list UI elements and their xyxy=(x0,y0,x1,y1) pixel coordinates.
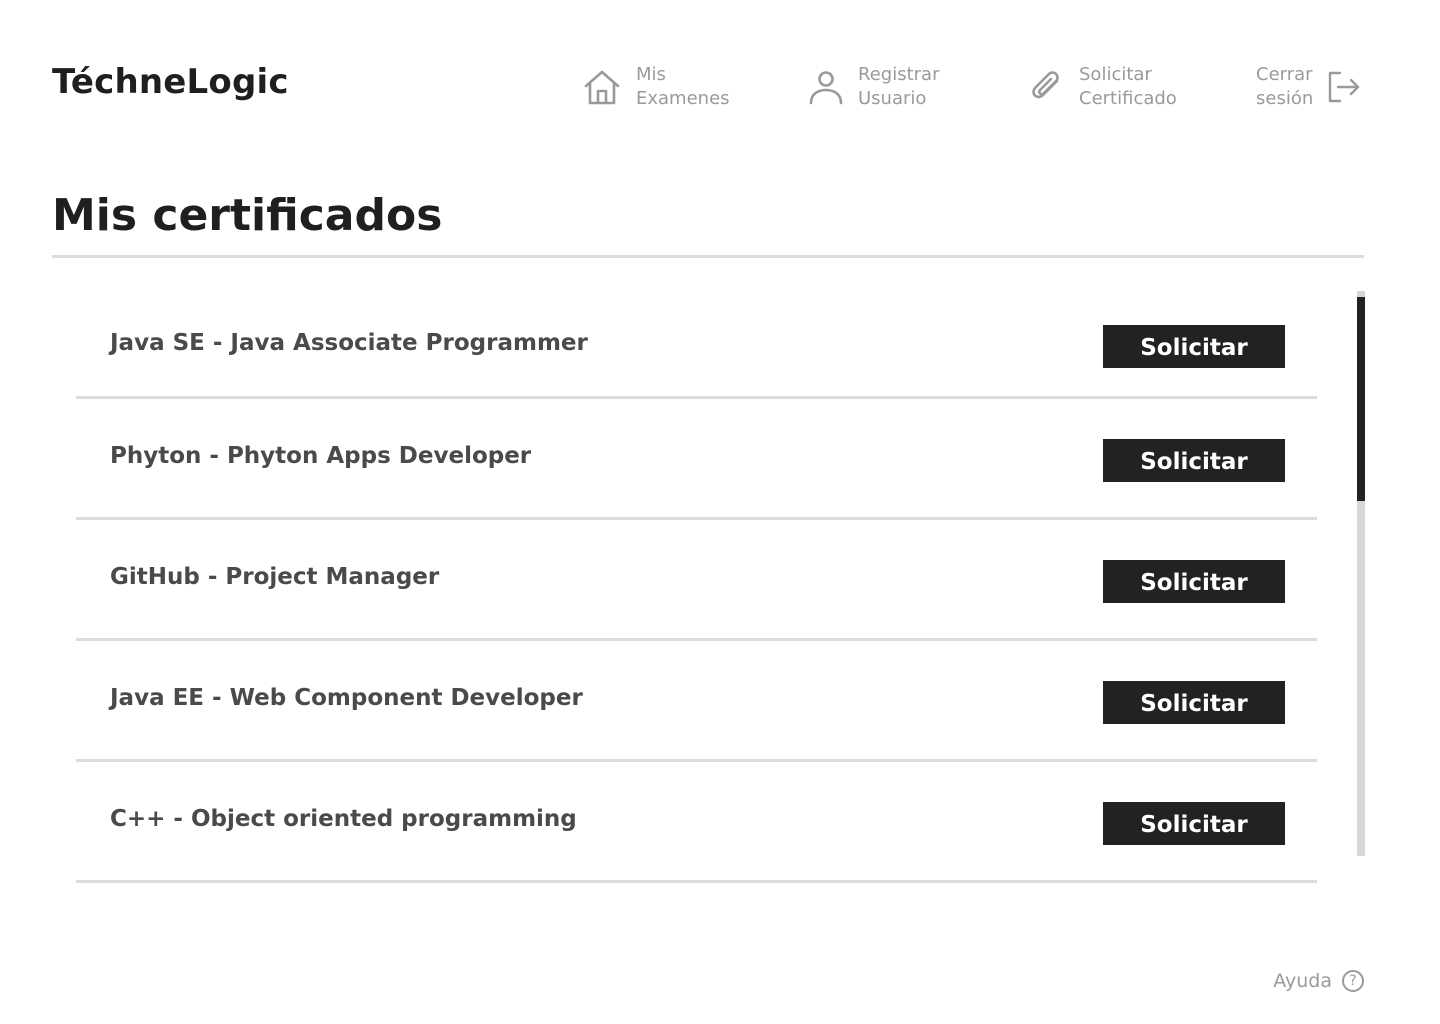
certificate-name: Phyton - Phyton Apps Developer xyxy=(110,443,532,469)
solicitar-button[interactable]: Solicitar xyxy=(1103,560,1285,603)
solicitar-button[interactable]: Solicitar xyxy=(1103,802,1285,845)
list-item: Java EE - Web Component Developer Solici… xyxy=(76,641,1317,762)
list-item: Phyton - Phyton Apps Developer Solicitar xyxy=(76,399,1317,520)
help-label: Ayuda xyxy=(1273,970,1332,992)
nav-solicitar-certificado-label: Solicitar Certificado xyxy=(1079,64,1177,109)
scrollbar-track[interactable] xyxy=(1357,291,1365,856)
solicitar-button[interactable]: Solicitar xyxy=(1103,325,1285,368)
nav-mis-examenes-label: Mis Examenes xyxy=(636,64,730,109)
solicitar-button[interactable]: Solicitar xyxy=(1103,439,1285,482)
list-item: Java SE - Java Associate Programmer Soli… xyxy=(76,290,1317,399)
brand-logo[interactable]: TéchneLogic xyxy=(52,62,289,102)
list-item: C++ - Object oriented programming Solici… xyxy=(76,762,1317,883)
logout-icon xyxy=(1325,67,1361,107)
title-divider xyxy=(52,255,1364,258)
paperclip-icon xyxy=(1027,67,1067,107)
user-icon xyxy=(806,67,846,107)
nav-cerrar-sesion[interactable]: Cerrar sesión xyxy=(1256,62,1361,112)
scrollbar-thumb[interactable] xyxy=(1357,297,1365,501)
help-link[interactable]: Ayuda ? xyxy=(1273,970,1364,992)
nav-mis-examenes[interactable]: Mis Examenes xyxy=(582,62,730,112)
home-icon xyxy=(582,67,622,107)
certificate-name: Java SE - Java Associate Programmer xyxy=(110,330,588,356)
certificate-name: GitHub - Project Manager xyxy=(110,564,440,590)
nav-solicitar-certificado[interactable]: Solicitar Certificado xyxy=(1027,62,1177,112)
nav-cerrar-sesion-label: Cerrar sesión xyxy=(1256,64,1314,109)
nav-registrar-usuario-label: Registrar Usuario xyxy=(858,64,940,109)
question-circle-icon: ? xyxy=(1342,970,1364,992)
certificate-name: C++ - Object oriented programming xyxy=(110,806,577,832)
certificate-list: Java SE - Java Associate Programmer Soli… xyxy=(76,290,1317,883)
list-item: GitHub - Project Manager Solicitar xyxy=(76,520,1317,641)
page-title: Mis certificados xyxy=(52,190,443,241)
nav-registrar-usuario[interactable]: Registrar Usuario xyxy=(806,62,939,112)
certificate-name: Java EE - Web Component Developer xyxy=(110,685,583,711)
solicitar-button[interactable]: Solicitar xyxy=(1103,681,1285,724)
